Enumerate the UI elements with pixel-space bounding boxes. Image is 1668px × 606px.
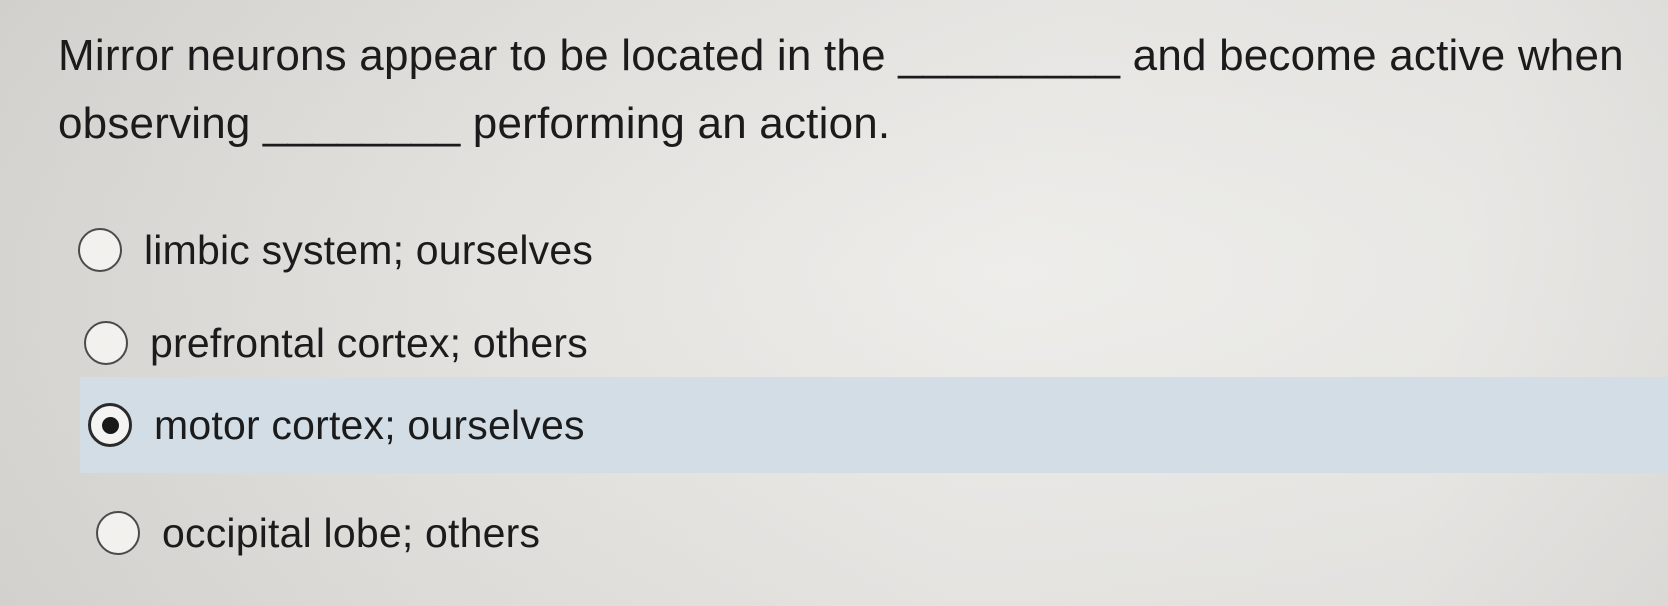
answer-options: limbic system; ourselves prefrontal cort… [0, 0, 1668, 606]
option-prefrontal-cortex[interactable]: prefrontal cortex; others [84, 298, 844, 388]
option-motor-cortex[interactable]: motor cortex; ourselves [80, 377, 1668, 473]
radio-filled-icon[interactable] [88, 403, 132, 447]
option-occipital-lobe[interactable]: occipital lobe; others [96, 488, 856, 578]
option-label: occipital lobe; others [162, 509, 541, 556]
option-label: limbic system; ourselves [144, 226, 594, 273]
radio-empty-icon[interactable] [84, 321, 128, 365]
radio-empty-icon[interactable] [78, 228, 122, 272]
option-limbic-system[interactable]: limbic system; ourselves [78, 205, 838, 295]
radio-empty-icon[interactable] [96, 511, 140, 555]
option-label: prefrontal cortex; others [150, 319, 588, 366]
radio-selected-dot-icon [101, 416, 119, 434]
option-label: motor cortex; ourselves [154, 401, 585, 448]
